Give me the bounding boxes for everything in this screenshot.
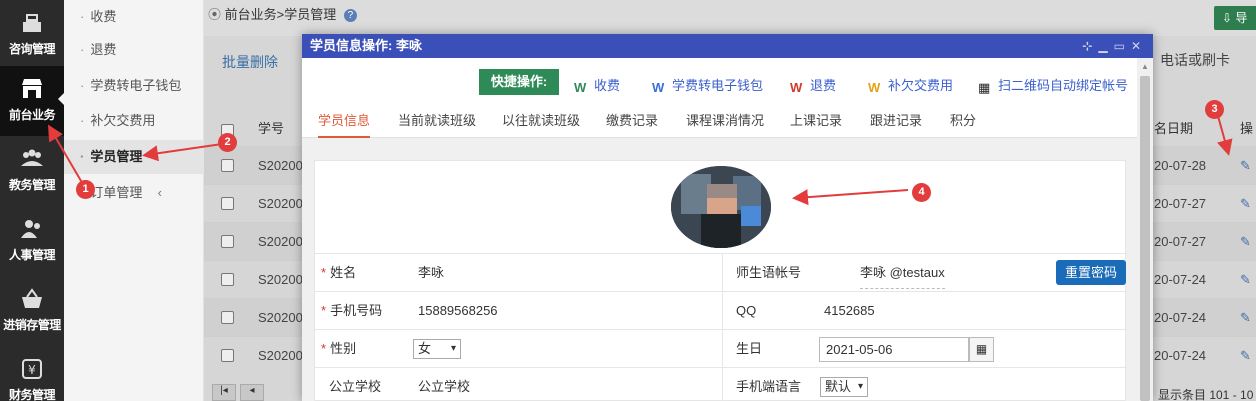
- tab-student-info[interactable]: 学员信息: [318, 104, 371, 138]
- row-checkbox[interactable]: [221, 235, 234, 248]
- quick-qrcode-link[interactable]: ▦ 扫二维码自动绑定帐号: [978, 75, 1128, 95]
- w-refund-icon: W: [790, 80, 803, 95]
- group-icon: [21, 149, 43, 166]
- quick-charge-link[interactable]: W 收费: [574, 75, 620, 95]
- student-avatar[interactable]: [671, 166, 771, 248]
- storefront-icon: [22, 79, 42, 98]
- qrcode-icon: ▦: [978, 80, 991, 95]
- search-input[interactable]: 电话或刷卡: [1160, 50, 1230, 70]
- tab-points[interactable]: 积分: [950, 104, 976, 138]
- school-value[interactable]: 公立学校: [418, 368, 470, 401]
- modal-tabs: 学员信息 当前就读班级 以往就读班级 缴费记录 课程课消情况 上课记录 跟进记录…: [302, 104, 1137, 138]
- edit-icon[interactable]: ✎: [1240, 223, 1251, 261]
- help-icon[interactable]: ?: [343, 9, 357, 23]
- quick-refund-link[interactable]: W 退费: [790, 75, 836, 95]
- rail-item-hr[interactable]: 人事管理: [0, 206, 64, 276]
- bulk-delete-button[interactable]: 批量删除: [222, 52, 278, 72]
- svg-text:¥: ¥: [28, 363, 36, 377]
- calendar-icon[interactable]: ▦: [969, 337, 994, 362]
- edit-icon[interactable]: ✎: [1240, 185, 1251, 223]
- pin-icon[interactable]: ⊹: [1082, 39, 1098, 53]
- location-pin-icon: ⦿: [208, 7, 222, 22]
- modal-scrollbar[interactable]: ▲: [1137, 58, 1153, 401]
- maximize-icon[interactable]: ▭: [1114, 39, 1131, 53]
- chevron-down-icon: ▾: [450, 343, 456, 354]
- rail-item-front-desk[interactable]: 前台业务: [0, 66, 64, 136]
- annotation-badge-1: 1: [76, 180, 95, 199]
- student-form: * 姓名 李咏 师生语帐号 李咏 @testaux 重置密码 * 手机号码 1588…: [314, 160, 1127, 401]
- row-checkbox[interactable]: [221, 197, 234, 210]
- tab-past-classes[interactable]: 以往就读班级: [502, 104, 580, 138]
- phone-value[interactable]: 15889568256: [418, 292, 498, 330]
- gender-select[interactable]: 女 ▾: [413, 339, 461, 359]
- breadcrumb: ⦿ 前台业务>学员管理 ?: [204, 0, 357, 30]
- rail-item-finance[interactable]: ¥ 财务管理: [0, 346, 64, 401]
- w-wallet-icon: W: [652, 80, 665, 95]
- tab-course-consumption[interactable]: 课程课消情况: [686, 104, 764, 138]
- register-icon: [23, 14, 41, 32]
- rail-item-academic[interactable]: 教务管理: [0, 136, 64, 206]
- rail-item-inventory[interactable]: 进销存管理: [0, 276, 64, 346]
- export-button[interactable]: ⇩ 导: [1214, 6, 1256, 30]
- edit-icon[interactable]: ✎: [1240, 261, 1251, 299]
- finance-icon: ¥: [22, 359, 42, 379]
- scroll-up-icon[interactable]: ▲: [1141, 62, 1149, 71]
- submenu: 收费 退费 学费转电子钱包 补欠交费用 学员管理 订单管理‹: [64, 0, 204, 401]
- quick-arrears-link[interactable]: W 补欠交费用: [868, 75, 953, 95]
- reset-password-button[interactable]: 重置密码: [1056, 260, 1126, 285]
- quick-wallet-link[interactable]: W 学费转电子钱包: [652, 75, 763, 95]
- chevron-down-icon: ▾: [857, 381, 863, 392]
- student-info-modal: 学员信息操作: 李咏 ⊹▁▭✕ 快捷操作: W 收费 W 学费转电子钱包 W 退费 W…: [302, 34, 1153, 401]
- modal-title-bar: 学员信息操作: 李咏 ⊹▁▭✕: [302, 34, 1153, 58]
- modal-content: * 姓名 李咏 师生语帐号 李咏 @testaux 重置密码 * 手机号码 1588…: [302, 138, 1137, 401]
- edit-icon[interactable]: ✎: [1240, 337, 1251, 375]
- minimize-icon[interactable]: ▁: [1098, 39, 1113, 53]
- chevron-left-icon: ‹: [157, 185, 162, 200]
- quick-actions-bar: 快捷操作: W 收费 W 学费转电子钱包 W 退费 W 补欠交费用 ▦ 扫二维码自动绑定帐…: [302, 58, 1153, 104]
- row-checkbox[interactable]: [221, 273, 234, 286]
- prev-page-button[interactable]: ◂: [240, 384, 264, 401]
- first-page-button[interactable]: |◂: [212, 384, 236, 401]
- window-controls: ⊹▁▭✕: [1082, 34, 1147, 58]
- form-row-name: * 姓名 李咏 师生语帐号 李咏 @testaux 重置密码: [315, 253, 1127, 292]
- people-icon: [21, 220, 40, 238]
- row-checkbox[interactable]: [221, 159, 234, 172]
- form-row-school: 公立学校 公立学校 手机端语言 默认 ▾: [315, 367, 1127, 401]
- basket-icon: [22, 288, 42, 308]
- scroll-thumb[interactable]: [1140, 76, 1150, 401]
- download-icon: ⇩: [1222, 11, 1233, 25]
- submenu-arrears[interactable]: 补欠交费用: [64, 104, 204, 138]
- submenu-charge[interactable]: 收费: [64, 0, 204, 34]
- submenu-wallet-transfer[interactable]: 学费转电子钱包: [64, 69, 204, 103]
- icon-rail: 咨询管理 前台业务 教务管理 人事管理 进销存管理 ¥ 财务管理: [0, 0, 64, 401]
- annotation-badge-4: 4: [912, 183, 931, 202]
- rail-item-consult[interactable]: 咨询管理: [0, 0, 64, 70]
- tab-current-classes[interactable]: 当前就读班级: [398, 104, 476, 138]
- tab-payment-records[interactable]: 缴费记录: [606, 104, 658, 138]
- annotation-badge-3: 3: [1205, 100, 1224, 119]
- tab-class-records[interactable]: 上课记录: [790, 104, 842, 138]
- language-select[interactable]: 默认 ▾: [820, 377, 868, 397]
- row-checkbox[interactable]: [221, 311, 234, 324]
- form-row-gender: * 性别 女 ▾ 生日 2021-05-06 ▦: [315, 329, 1127, 368]
- quick-actions-label: 快捷操作:: [479, 69, 559, 95]
- edit-icon[interactable]: ✎: [1240, 299, 1251, 337]
- tab-follow-up[interactable]: 跟进记录: [870, 104, 922, 138]
- annotation-badge-2: 2: [218, 133, 237, 152]
- qq-value[interactable]: 4152685: [824, 292, 875, 330]
- submenu-student-management[interactable]: 学员管理: [64, 140, 204, 174]
- row-checkbox[interactable]: [221, 349, 234, 362]
- close-icon[interactable]: ✕: [1131, 39, 1147, 53]
- form-row-phone: * 手机号码 15889568256 QQ 4152685: [315, 291, 1127, 330]
- submenu-refund[interactable]: 退费: [64, 33, 204, 67]
- edit-icon[interactable]: ✎: [1240, 147, 1251, 185]
- w-charge-icon: W: [574, 80, 587, 95]
- w-arrears-icon: W: [868, 80, 881, 95]
- birthday-input[interactable]: 2021-05-06 ▦: [819, 337, 994, 362]
